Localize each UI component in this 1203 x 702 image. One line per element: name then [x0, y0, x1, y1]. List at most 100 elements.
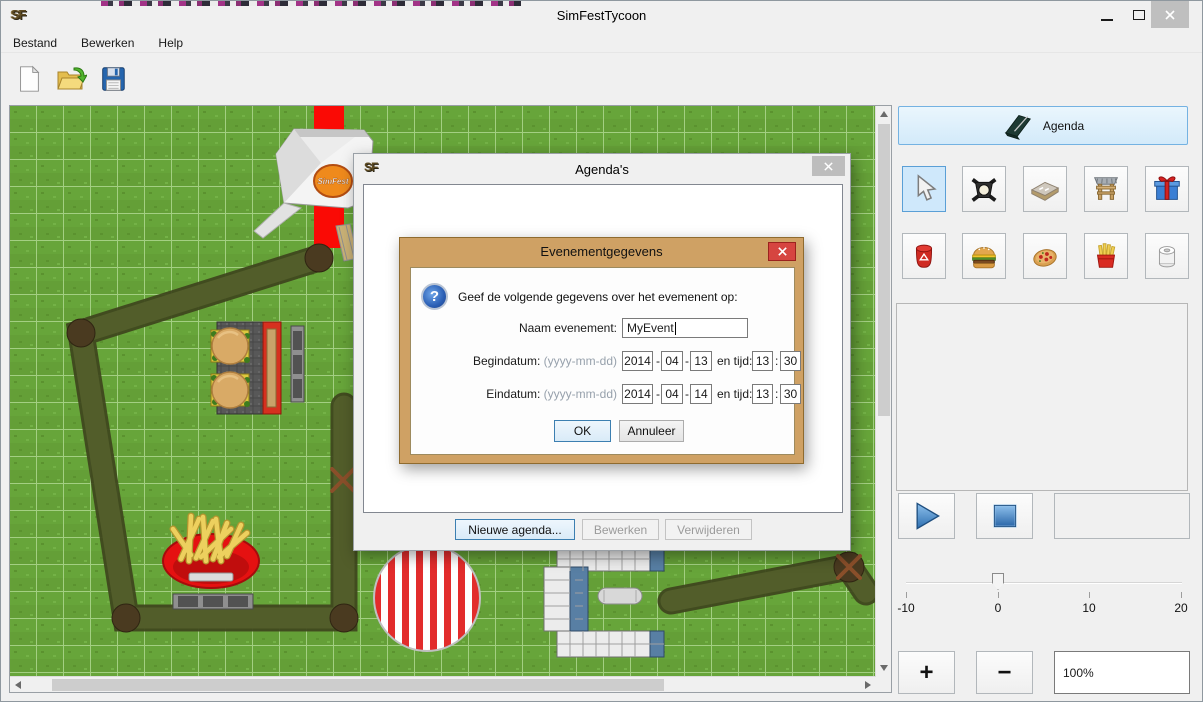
- toolbar: [1, 56, 1202, 102]
- text-caret: [675, 322, 676, 335]
- date-format-hint: (yyyy-mm-dd): [544, 354, 617, 368]
- event-name-input[interactable]: MyEvent: [622, 318, 748, 338]
- spotlight-icon: [967, 172, 1001, 206]
- event-data-dialog: Evenementgegevens ? Geef de volgende geg…: [399, 237, 804, 464]
- close-button[interactable]: [1151, 1, 1189, 28]
- tool-pizza[interactable]: [1023, 233, 1067, 279]
- end-month-input[interactable]: 04: [661, 384, 683, 404]
- tool-hamburger[interactable]: [962, 233, 1006, 279]
- tool-detail-panel: [896, 303, 1188, 491]
- tent-logo-text: SimFest: [317, 177, 348, 186]
- start-hour-input[interactable]: 13: [752, 351, 773, 371]
- event-dialog-close-button[interactable]: [768, 242, 796, 261]
- start-day-input[interactable]: 13: [690, 351, 712, 371]
- cursor-icon: [907, 172, 941, 206]
- ok-button[interactable]: OK: [554, 420, 611, 442]
- slider-label-zero: 0: [983, 601, 1013, 615]
- save-file-button[interactable]: [95, 60, 131, 98]
- zoom-out-button[interactable]: −: [976, 651, 1033, 694]
- stop-button[interactable]: [976, 493, 1033, 539]
- slider-label-max: 20: [1166, 601, 1196, 615]
- title-bar: SF SimFestTycoon: [1, 1, 1202, 29]
- tool-road-tile[interactable]: [1023, 166, 1067, 212]
- app-window: SF SimFestTycoon Bestand Bewerken Help: [0, 0, 1203, 702]
- agenda-button[interactable]: Agenda: [898, 106, 1188, 145]
- end-year-input[interactable]: 2014: [622, 384, 653, 404]
- vertical-scroll-thumb[interactable]: [878, 124, 890, 416]
- map-vertical-scrollbar[interactable]: [875, 106, 891, 676]
- zoom-in-button[interactable]: +: [898, 651, 955, 694]
- bench-vertical[interactable]: [291, 326, 304, 402]
- question-icon: ?: [421, 283, 448, 310]
- start-label-text: Begindatum:: [473, 354, 540, 368]
- start-year-input[interactable]: 2014: [622, 351, 653, 371]
- stage-gate-icon: [1089, 172, 1123, 206]
- end-date-label: Eindatum: (yyyy-mm-dd): [417, 387, 617, 401]
- pizza-icon: [1028, 239, 1062, 273]
- gift-icon: [1150, 172, 1184, 206]
- maximize-icon: [1133, 10, 1145, 20]
- tool-toilet-paper[interactable]: [1145, 233, 1189, 279]
- close-icon: [823, 161, 834, 172]
- event-name-label: Naam evenement:: [417, 321, 617, 335]
- maximize-button[interactable]: [1126, 1, 1152, 28]
- end-day-input[interactable]: 14: [690, 384, 712, 404]
- event-dialog-body: ? Geef de volgende gegevens over het eve…: [410, 267, 795, 455]
- start-date-label: Begindatum: (yyyy-mm-dd): [417, 354, 617, 368]
- cancel-button[interactable]: Annuleer: [619, 420, 684, 442]
- toilet-paper-icon: [1150, 239, 1184, 273]
- tool-spotlight[interactable]: [962, 166, 1006, 212]
- minimize-button[interactable]: [1094, 1, 1120, 28]
- new-agenda-button[interactable]: Nieuwe agenda...: [455, 519, 575, 540]
- end-minute-input[interactable]: 30: [780, 384, 801, 404]
- scroll-up-icon[interactable]: [880, 111, 888, 117]
- hamburger-stand[interactable]: [211, 322, 281, 414]
- scroll-left-icon[interactable]: [15, 681, 21, 689]
- start-time-label: en tijd:: [717, 354, 752, 368]
- tool-french-fries[interactable]: [1084, 233, 1128, 279]
- date-separator: -: [685, 354, 689, 368]
- road-tile-icon: [1028, 172, 1062, 206]
- speed-slider-thumb[interactable]: [992, 573, 1004, 590]
- horizontal-scroll-thumb[interactable]: [52, 679, 664, 691]
- scroll-down-icon[interactable]: [880, 665, 888, 671]
- end-label-text: Eindatum:: [486, 387, 540, 401]
- new-file-button[interactable]: [11, 60, 47, 98]
- minimize-icon: [1101, 19, 1113, 21]
- tool-trash-can[interactable]: [902, 233, 946, 279]
- play-button[interactable]: [898, 493, 955, 539]
- scroll-right-icon[interactable]: [865, 681, 871, 689]
- floppy-disk-icon: [98, 63, 128, 95]
- end-hour-input[interactable]: 13: [752, 384, 773, 404]
- zoom-level-field[interactable]: 100%: [1054, 651, 1190, 694]
- stop-icon: [990, 501, 1020, 531]
- menu-bestand[interactable]: Bestand: [13, 33, 67, 52]
- window-title: SimFestTycoon: [1, 8, 1202, 23]
- start-month-input[interactable]: 04: [661, 351, 683, 371]
- date-separator: -: [656, 387, 660, 401]
- edit-agenda-button[interactable]: Bewerken: [582, 519, 659, 540]
- speed-slider-track[interactable]: [906, 582, 1182, 584]
- delete-agenda-button[interactable]: Verwijderen: [665, 519, 752, 540]
- map-horizontal-scrollbar[interactable]: [10, 676, 876, 692]
- open-folder-icon: [55, 63, 87, 95]
- date-separator: -: [656, 354, 660, 368]
- menu-bewerken[interactable]: Bewerken: [81, 33, 144, 52]
- agenda-book-icon: [1002, 112, 1034, 140]
- blank-page-icon: [14, 63, 44, 95]
- tool-gift[interactable]: [1145, 166, 1189, 212]
- hamburger-icon: [967, 239, 1001, 273]
- slider-tick: [998, 592, 999, 598]
- bench-horizontal[interactable]: [173, 594, 253, 609]
- slider-tick: [906, 592, 907, 598]
- tool-select-cursor[interactable]: [902, 166, 946, 212]
- open-file-button[interactable]: [53, 60, 89, 98]
- playback-spare-panel: [1054, 493, 1190, 539]
- menu-help[interactable]: Help: [158, 33, 193, 52]
- slider-tick: [1089, 592, 1090, 598]
- agendas-dialog-close-button[interactable]: [812, 156, 845, 176]
- start-minute-input[interactable]: 30: [780, 351, 801, 371]
- tool-stage-gate[interactable]: [1084, 166, 1128, 212]
- french-fries-icon: [1089, 239, 1123, 273]
- striped-canopy[interactable]: [374, 545, 480, 651]
